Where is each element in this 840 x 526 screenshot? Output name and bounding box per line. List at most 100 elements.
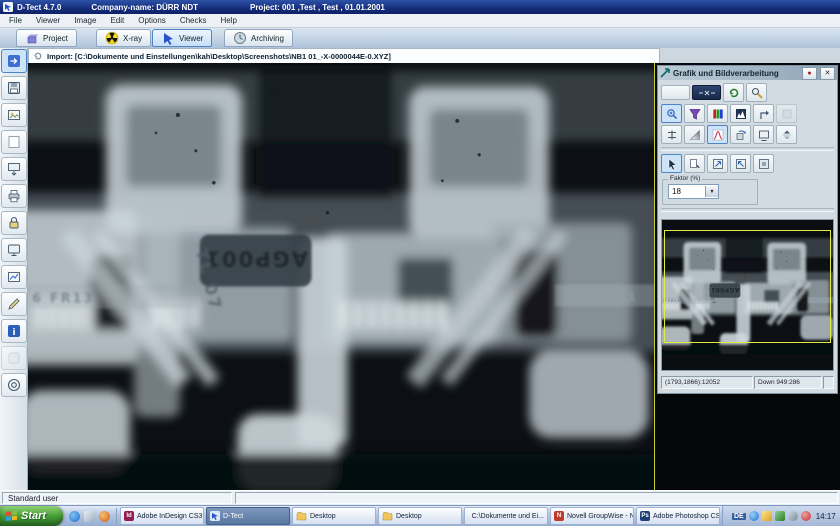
- import-button[interactable]: [1, 49, 27, 73]
- pointer-tool-button[interactable]: [661, 154, 682, 173]
- menu-checks[interactable]: Checks: [173, 16, 214, 25]
- blank-page-button[interactable]: [1, 130, 27, 154]
- app-icon: [3, 2, 13, 12]
- photoshop-icon: Ps: [640, 511, 650, 521]
- signature-button[interactable]: [1, 292, 27, 316]
- project-cube-icon: [25, 31, 39, 45]
- groupwise-icon: N: [554, 511, 564, 521]
- mode-blank-button[interactable]: [661, 85, 690, 100]
- send-image-button[interactable]: [1, 157, 27, 181]
- grab-button[interactable]: [746, 83, 767, 102]
- send-to-monitor-button[interactable]: [753, 125, 774, 144]
- mode-xray-button[interactable]: [692, 85, 721, 100]
- system-tray: DE 14:17: [722, 506, 840, 526]
- image-card-icon: [6, 107, 22, 123]
- taskbar-label: Novell GroupWise - N...: [567, 513, 634, 520]
- measure-button[interactable]: [661, 125, 682, 144]
- import-path-text: Import: [C:\Dokumente und Einstellungen\…: [47, 52, 391, 61]
- app-status-bar: Standard user: [0, 490, 840, 505]
- status-spare-cell: [823, 376, 834, 389]
- menu-viewer[interactable]: Viewer: [29, 16, 67, 25]
- gradient-button[interactable]: [684, 125, 705, 144]
- thumbnail-navigator[interactable]: [661, 219, 834, 371]
- tab-archiving-label: Archiving: [251, 34, 284, 43]
- tab-project[interactable]: Project: [16, 29, 77, 47]
- graphics-panel-titlebar[interactable]: Grafik und Bildverarbeitung ● ✕: [658, 66, 837, 80]
- tab-archiving[interactable]: Archiving: [224, 29, 293, 47]
- menu-help[interactable]: Help: [214, 16, 244, 25]
- save-button[interactable]: [1, 76, 27, 100]
- info-button[interactable]: i: [1, 319, 27, 343]
- filter-button[interactable]: [684, 104, 705, 123]
- print-button[interactable]: [1, 184, 27, 208]
- panel-pin-button[interactable]: ●: [802, 67, 817, 80]
- color-channels-button[interactable]: [707, 104, 728, 123]
- zoom-in-button[interactable]: [661, 104, 682, 123]
- tray-icon[interactable]: [788, 511, 798, 521]
- cursor-coordinates: (1793,1866):12052: [661, 376, 753, 389]
- lut-curve-button[interactable]: [707, 125, 728, 144]
- start-button[interactable]: Start: [0, 506, 63, 526]
- taskbar-label: Adobe Photoshop CS...: [653, 513, 720, 520]
- taskbar-button-dtect[interactable]: D-Tect: [206, 507, 290, 525]
- left-tool-rail: i: [0, 48, 28, 490]
- dropdown-arrow-icon[interactable]: ▼: [705, 186, 718, 197]
- menu-edit[interactable]: Edit: [103, 16, 131, 25]
- tray-icon[interactable]: [801, 511, 811, 521]
- reset-button[interactable]: [753, 104, 774, 123]
- taskbar-button-groupwise[interactable]: N Novell GroupWise - N...: [550, 507, 634, 525]
- windows-flag-icon: [5, 510, 18, 523]
- panel-icon: [660, 68, 670, 78]
- project-info: Project: 001 ,Test , Test , 01.01.2001: [250, 3, 385, 12]
- hand-magnifier-icon: [750, 86, 764, 100]
- fit-window-button[interactable]: [707, 154, 728, 173]
- tab-viewer[interactable]: Viewer: [152, 29, 212, 47]
- import-path-bar: Import: [C:\Dokumente und Einstellungen\…: [28, 48, 660, 64]
- flip-button[interactable]: [776, 125, 797, 144]
- page-pointer-button[interactable]: [684, 154, 705, 173]
- printer-icon: [6, 188, 22, 204]
- panel-close-button[interactable]: ✕: [820, 67, 835, 80]
- browser-icon[interactable]: [69, 511, 80, 522]
- rotate-button[interactable]: [730, 125, 751, 144]
- image-processing-button[interactable]: [1, 265, 27, 289]
- indesign-icon: Id: [124, 511, 134, 521]
- menu-image[interactable]: Image: [67, 16, 103, 25]
- app-title: D-Tect 4.7.0: [17, 3, 61, 12]
- view-region-rectangle[interactable]: [664, 230, 831, 343]
- tray-icon[interactable]: [762, 511, 772, 521]
- taskbar-button-desktop-2[interactable]: Desktop: [378, 507, 462, 525]
- monitor-button[interactable]: [1, 238, 27, 262]
- fit-expand-icon: [734, 157, 748, 171]
- gradient-triangle-icon: [688, 128, 702, 142]
- lock-image-button[interactable]: [1, 211, 27, 235]
- zoom-factor-select[interactable]: 18 ▼: [668, 184, 719, 199]
- histogram-button[interactable]: [730, 104, 751, 123]
- show-desktop-icon[interactable]: [84, 511, 95, 522]
- fit-corner-icon: [711, 157, 725, 171]
- clock: 14:17: [816, 512, 836, 521]
- tab-xray[interactable]: X-ray: [96, 29, 151, 47]
- original-size-button[interactable]: [753, 154, 774, 173]
- refresh-button[interactable]: [723, 83, 744, 102]
- reset-arrow-icon: [757, 107, 771, 121]
- taskbar-button-photoshop[interactable]: Ps Adobe Photoshop CS...: [636, 507, 720, 525]
- taskbar-button-desktop-1[interactable]: Desktop: [292, 507, 376, 525]
- taskbar-label: Adobe InDesign CS3: [137, 513, 202, 520]
- target-button[interactable]: [1, 373, 27, 397]
- tray-icon[interactable]: [749, 511, 759, 521]
- panel-status-bar: (1793,1866):12052 Down 949:286: [661, 376, 834, 389]
- taskbar-button-indesign[interactable]: Id Adobe InDesign CS3: [120, 507, 204, 525]
- image-card-button[interactable]: [1, 103, 27, 127]
- language-indicator[interactable]: DE: [732, 513, 746, 520]
- app-launcher-icon[interactable]: [99, 511, 110, 522]
- panel-body: Faktor (%) 18 ▼ (1793,1866):12052 Down 9…: [658, 80, 837, 393]
- menu-options[interactable]: Options: [131, 16, 173, 25]
- dtect-icon: [210, 511, 220, 521]
- start-label: Start: [21, 510, 46, 522]
- taskbar-button-dokumente[interactable]: C:\Dokumente und Ei...: [464, 507, 548, 525]
- tray-icon[interactable]: [775, 511, 785, 521]
- menu-file[interactable]: File: [2, 16, 29, 25]
- fit-width-button[interactable]: [730, 154, 751, 173]
- one-to-one-icon: [757, 157, 771, 171]
